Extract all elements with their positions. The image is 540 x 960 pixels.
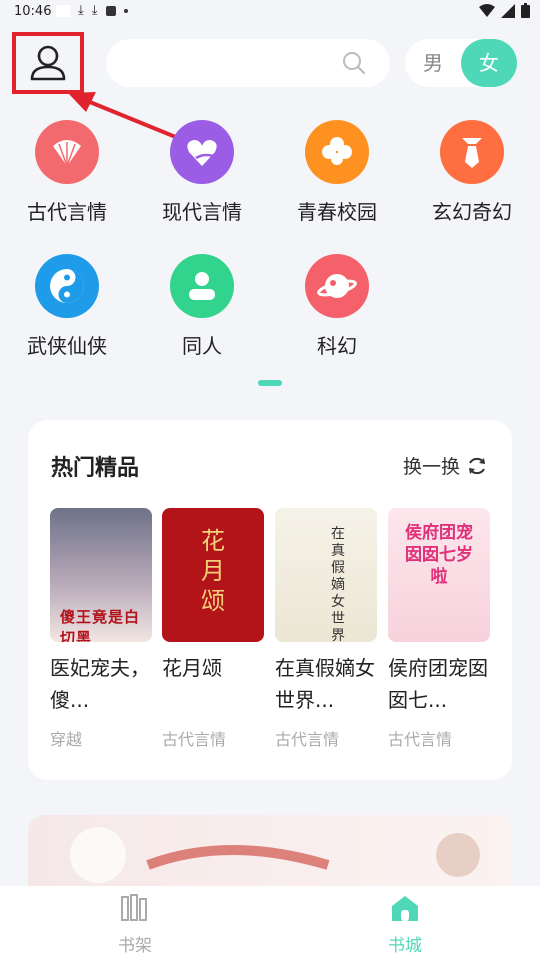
book-cover: 傻王竟是白切黑	[50, 508, 152, 642]
refresh-button[interactable]: 换一换	[403, 452, 488, 479]
section-title: 热门精品	[51, 456, 140, 481]
category-label: 同人	[182, 334, 222, 358]
cover-title: 傻王竟是白切黑	[60, 608, 141, 642]
category-fanfic[interactable]: 同人	[135, 254, 269, 359]
book-card[interactable]: 傻王竟是白切黑 医妃宠夫，傻... 穿越	[50, 508, 152, 750]
category-label: 科幻	[317, 334, 357, 358]
clover-icon	[305, 120, 369, 184]
book-title: 花月颂	[162, 656, 222, 680]
bookshelf-icon	[121, 894, 147, 921]
bottom-tab-bar: 书架 书城	[0, 886, 540, 960]
person-icon	[170, 254, 234, 318]
book-cover: 在真假嫡女世界当咸鱼	[275, 508, 377, 642]
category-scifi[interactable]: 科幻	[270, 254, 404, 359]
category-label: 青春校园	[297, 200, 377, 224]
category-label: 现代言情	[162, 200, 242, 224]
book-cover: 侯府团宠囡囡七岁啦	[388, 508, 490, 642]
fan-icon	[35, 120, 99, 184]
category-fantasy[interactable]: 玄幻奇幻	[405, 120, 539, 225]
page-indicator	[258, 380, 282, 386]
tab-bookstore[interactable]: 书城	[365, 894, 445, 956]
category-wuxia[interactable]: 武侠仙侠	[0, 254, 134, 359]
cover-title: 在真假嫡女世界当咸鱼	[331, 526, 345, 642]
planet-icon	[305, 254, 369, 318]
book-card[interactable]: 花月颂 花月颂 古代言情	[162, 508, 264, 750]
book-card[interactable]: 侯府团宠囡囡七岁啦 侯府团宠囡囡七... 古代言情	[388, 508, 490, 750]
category-label: 玄幻奇幻	[432, 200, 512, 224]
category-ancient-romance[interactable]: 古代言情	[0, 120, 134, 225]
cover-title: 花月颂	[201, 527, 225, 615]
book-title: 侯府团宠囡囡七...	[388, 656, 488, 712]
category-label: 古代言情	[27, 200, 107, 224]
book-card[interactable]: 在真假嫡女世界当咸鱼 在真假嫡女世界... 古代言情	[275, 508, 377, 750]
category-label: 武侠仙侠	[27, 334, 107, 358]
book-tag: 古代言情	[388, 730, 453, 749]
heart-icon	[170, 120, 234, 184]
book-tag: 穿越	[50, 730, 83, 749]
cover-title: 侯府团宠囡囡七岁啦	[405, 523, 473, 587]
refresh-label: 换一换	[402, 456, 460, 478]
tie-icon	[440, 120, 504, 184]
tab-label: 书城	[388, 936, 422, 956]
category-campus[interactable]: 青春校园	[270, 120, 404, 225]
book-tag: 古代言情	[275, 730, 340, 749]
book-cover: 花月颂	[162, 508, 264, 642]
hot-picks-section: 热门精品 换一换 傻王竟是白切黑 医妃宠夫，傻... 穿越 花月颂 花月颂 古代…	[28, 420, 512, 780]
home-icon	[392, 896, 418, 921]
book-title: 医妃宠夫，傻...	[50, 656, 150, 712]
refresh-icon	[469, 457, 485, 474]
book-title: 在真假嫡女世界...	[275, 656, 375, 712]
tab-bookshelf[interactable]: 书架	[95, 894, 175, 956]
yinyang-icon	[35, 254, 99, 318]
book-tag: 古代言情	[162, 730, 227, 749]
tab-label: 书架	[118, 936, 152, 956]
category-modern-romance[interactable]: 现代言情	[135, 120, 269, 225]
